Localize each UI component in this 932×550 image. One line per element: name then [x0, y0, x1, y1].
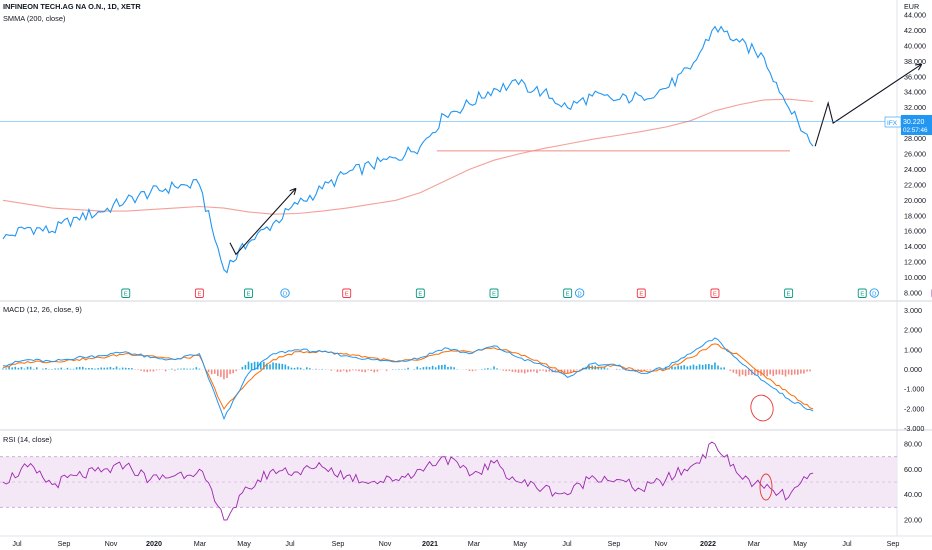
rsi-tick-label: 80.00	[904, 440, 922, 449]
event-marker-label: E	[787, 292, 791, 298]
event-marker-label: E	[197, 292, 201, 298]
macd-tick-label: -3.000	[904, 424, 924, 433]
time-tick-label: Nov	[655, 539, 668, 548]
time-tick-label: 2022	[700, 539, 716, 548]
time-tick-label: 2020	[146, 539, 162, 548]
rsi-tick-label: 60.00	[904, 465, 922, 474]
event-marker-label: D	[872, 292, 876, 298]
macd-tick-label: 3.000	[904, 306, 922, 315]
earnings-marker[interactable]: E	[194, 288, 204, 298]
event-marker-label: D	[283, 292, 287, 298]
smma-legend[interactable]: SMMA (200, close)	[3, 14, 65, 23]
event-marker-label: E	[418, 292, 422, 298]
macd-tick-label: -2.000	[904, 404, 924, 413]
earnings-marker[interactable]: E	[244, 288, 253, 298]
price-tick-label: 32.000	[904, 103, 926, 112]
earnings-marker[interactable]: E	[636, 288, 646, 298]
price-tick-label: 34.000	[904, 88, 926, 97]
earnings-marker[interactable]: E	[563, 288, 573, 298]
event-marker-label: E	[345, 292, 349, 298]
time-tick-label: Nov	[105, 539, 118, 548]
price-tick-label: 26.000	[904, 150, 926, 159]
time-tick-label: Sep	[887, 539, 900, 548]
rsi-legend[interactable]: RSI (14, close)	[3, 435, 52, 444]
price-tick-label: 42.000	[904, 26, 926, 35]
time-tick-label: Mar	[468, 539, 481, 548]
rsi-tick-label: 20.00	[904, 516, 922, 525]
time-tick-label: Nov	[379, 539, 392, 548]
earnings-marker[interactable]: E	[784, 288, 794, 298]
price-tick-label: 12.000	[904, 258, 926, 267]
price-tick-label: 28.000	[904, 134, 926, 143]
time-tick-label: Sep	[58, 539, 71, 548]
event-marker-label: E	[639, 292, 643, 298]
time-tick-label: Jul	[12, 539, 22, 548]
earnings-marker[interactable]: E	[342, 288, 352, 298]
price-tick-label: 20.000	[904, 196, 926, 205]
price-tick-label: 40.000	[904, 41, 926, 50]
time-tick-label: May	[237, 539, 251, 548]
earnings-marker[interactable]: E	[121, 288, 131, 298]
price-tick-label: 16.000	[904, 227, 926, 236]
time-tick-label: 2021	[422, 539, 438, 548]
symbol-badge: IFX	[887, 120, 898, 127]
rsi-tick-label: 40.00	[904, 490, 922, 499]
macd-tick-label: 0.000	[904, 365, 922, 374]
time-tick-label: Mar	[194, 539, 207, 548]
price-tick-label: 18.000	[904, 211, 926, 220]
time-tick-label: May	[793, 539, 807, 548]
earnings-marker[interactable]: E	[857, 288, 867, 298]
price-tick-label: 22.000	[904, 180, 926, 189]
macd-legend[interactable]: MACD (12, 26, close, 9)	[3, 305, 82, 314]
dividend-marker[interactable]: D	[869, 288, 879, 298]
event-marker-label: E	[566, 292, 570, 298]
price-tick-label: 8.000	[904, 289, 922, 298]
time-tick-label: Jul	[842, 539, 852, 548]
price-tick-label: 10.000	[904, 273, 926, 282]
dividend-marker[interactable]: D	[575, 288, 585, 298]
earnings-marker[interactable]: E	[710, 288, 720, 298]
event-marker-label: E	[713, 292, 717, 298]
price-tick-label: 44.000	[904, 11, 926, 20]
time-tick-label: Mar	[748, 539, 761, 548]
time-tick-label: May	[513, 539, 527, 548]
macd-tick-label: 1.000	[904, 345, 922, 354]
event-marker-label: E	[860, 292, 864, 298]
earnings-marker[interactable]: E	[415, 288, 425, 298]
time-tick-label: Sep	[332, 539, 345, 548]
earnings-marker[interactable]: E	[489, 288, 499, 298]
last-price-value: 30.220	[903, 119, 925, 126]
event-marker-label: D	[578, 292, 582, 298]
macd-tick-label: 2.000	[904, 326, 922, 335]
bar-countdown: 02:57:46	[903, 127, 928, 134]
chart: 44.00042.00040.00038.00036.00034.00032.0…	[0, 0, 932, 550]
price-tick-label: 14.000	[904, 242, 926, 251]
time-tick-label: Sep	[608, 539, 621, 548]
time-tick-label: Jul	[285, 539, 295, 548]
event-marker-label: E	[492, 292, 496, 298]
event-marker-label: E	[247, 292, 251, 298]
currency-label: EUR	[904, 2, 919, 11]
time-tick-label: Jul	[562, 539, 572, 548]
symbol-title[interactable]: INFINEON TECH.AG NA O.N., 1D, XETR	[3, 2, 141, 11]
price-tick-label: 38.000	[904, 57, 926, 66]
dividend-marker[interactable]: D	[280, 288, 290, 298]
price-tick-label: 24.000	[904, 165, 926, 174]
event-marker-label: E	[124, 292, 128, 298]
macd-tick-label: -1.000	[904, 385, 924, 394]
